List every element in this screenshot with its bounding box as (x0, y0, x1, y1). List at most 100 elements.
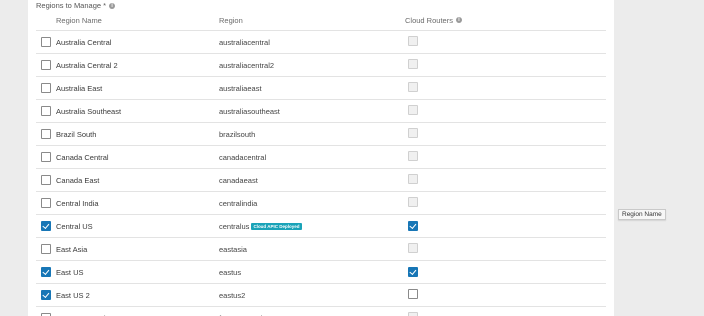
region-cell: eastus (219, 268, 402, 277)
region-name-text: Central India (56, 198, 99, 208)
regions-table: Region Name Region Cloud Routers i Austr… (36, 10, 606, 316)
region-cell: eastasia (219, 245, 402, 254)
region-select-checkbox[interactable] (41, 37, 51, 47)
region-cell: australiaeast (219, 84, 402, 93)
table-body: Australia Central australiacentral Austral… (36, 31, 606, 316)
region-name-text: Australia Southeast (56, 106, 122, 116)
cloud-router-cell (402, 151, 586, 163)
region-name-text: East Asia (56, 244, 88, 254)
cloud-router-cell (402, 59, 586, 71)
region-select-checkbox[interactable] (41, 106, 51, 116)
cloud-router-checkbox[interactable] (408, 289, 418, 299)
region-select-checkbox[interactable] (41, 198, 51, 208)
cloud-router-cell (402, 174, 586, 186)
info-icon[interactable]: i (455, 17, 462, 23)
table-row[interactable]: Australia Central 2 australiacentral2 (36, 54, 606, 77)
cloud-router-checkbox[interactable] (408, 267, 418, 277)
region-name-cell: Central India (36, 198, 219, 208)
region-select-checkbox[interactable] (41, 221, 51, 231)
cloud-router-cell (402, 36, 586, 48)
region-name-text: Australia Central 2 (56, 60, 118, 70)
region-name-text: Central US (56, 221, 93, 231)
table-row[interactable]: Australia East australiaeast (36, 77, 606, 100)
region-name-cell: East Asia (36, 244, 219, 254)
region-select-checkbox[interactable] (41, 60, 51, 70)
region-select-checkbox[interactable] (41, 267, 51, 277)
cloud-router-cell (402, 312, 586, 316)
cloud-router-checkbox (408, 82, 418, 92)
region-select-checkbox[interactable] (41, 244, 51, 254)
region-name-cell: Canada Central (36, 152, 219, 162)
region-name-text: Australia East (56, 83, 103, 93)
region-name-text: Australia Central (56, 37, 112, 47)
cloud-router-cell (402, 105, 586, 117)
region-cell: canadacentral (219, 153, 402, 162)
table-row[interactable]: Australia Southeast australiasoutheast (36, 100, 606, 123)
table-row[interactable]: Canada East canadaeast (36, 169, 606, 192)
region-name-cell: Canada East (36, 175, 219, 185)
cloud-router-cell (402, 221, 586, 231)
region-cell: centralus Cloud APIC Deployed (219, 222, 402, 231)
region-name-cell: Brazil South (36, 129, 219, 139)
table-row[interactable]: East Asia eastasia (36, 238, 606, 261)
region-name-cell: Australia East (36, 83, 219, 93)
region-id-text: centralus (219, 221, 250, 231)
region-id-text: canadaeast (219, 175, 258, 185)
region-name-text: East US (56, 267, 84, 277)
region-id-text: australiacentral (219, 37, 270, 47)
table-row[interactable]: Australia Central australiacentral (36, 31, 606, 54)
region-select-checkbox[interactable] (41, 290, 51, 300)
region-cell: eastus2 (219, 291, 402, 300)
cloud-router-checkbox (408, 36, 418, 46)
region-name-text: Canada East (56, 175, 100, 185)
region-name-text: Brazil South (56, 129, 97, 139)
cloud-router-checkbox (408, 59, 418, 69)
region-id-text: centralindia (219, 198, 258, 208)
region-select-checkbox[interactable] (41, 152, 51, 162)
tooltip: Region Name (618, 209, 666, 220)
region-name-text: East US 2 (56, 290, 90, 300)
region-id-text: canadacentral (219, 152, 267, 162)
region-name-cell: Australia Central (36, 37, 219, 47)
cloud-router-cell (402, 128, 586, 140)
region-cell: brazilsouth (219, 130, 402, 139)
cloud-router-cell (402, 289, 586, 301)
cloud-router-checkbox (408, 128, 418, 138)
cloud-router-cell (402, 267, 586, 277)
region-cell: canadaeast (219, 176, 402, 185)
region-id-text: eastasia (219, 244, 247, 254)
cloud-router-checkbox (408, 151, 418, 161)
cloud-router-cell (402, 197, 586, 209)
region-cell: australiasoutheast (219, 107, 402, 116)
table-row[interactable]: Central India centralindia (36, 192, 606, 215)
region-select-checkbox[interactable] (41, 83, 51, 93)
cloud-router-checkbox (408, 174, 418, 184)
region-cell: australiacentral (219, 38, 402, 47)
column-header-region-name[interactable]: Region Name (36, 16, 219, 25)
region-cell: australiacentral2 (219, 61, 402, 70)
table-row[interactable]: Central US centralus Cloud APIC Deployed (36, 215, 606, 238)
region-name-cell: Australia Central 2 (36, 60, 219, 70)
section-title-label: Regions to Manage * (36, 1, 107, 10)
region-name-cell: Australia Southeast (36, 106, 219, 116)
region-select-checkbox[interactable] (41, 129, 51, 139)
cloud-router-checkbox (408, 105, 418, 115)
info-icon[interactable]: i (109, 2, 116, 9)
table-row[interactable]: East US eastus (36, 261, 606, 284)
region-name-cell: East US 2 (36, 290, 219, 300)
cloud-router-checkbox[interactable] (408, 221, 418, 231)
cloud-router-checkbox (408, 243, 418, 253)
table-row[interactable]: Canada Central canadacentral (36, 146, 606, 169)
region-cell: centralindia (219, 199, 402, 208)
region-name-cell: Central US (36, 221, 219, 231)
column-header-region[interactable]: Region (219, 16, 402, 25)
table-row[interactable]: East US 2 eastus2 (36, 284, 606, 307)
regions-panel: Regions to Manage * i Region Name Region… (28, 0, 614, 316)
column-header-cloud-routers[interactable]: Cloud Routers i (402, 16, 586, 25)
region-select-checkbox[interactable] (41, 175, 51, 185)
table-row[interactable]: Brazil South brazilsouth (36, 123, 606, 146)
cloud-router-cell (402, 243, 586, 255)
cloud-apic-deployed-badge: Cloud APIC Deployed (251, 222, 302, 230)
table-row[interactable]: France Centralfrancecentral (36, 307, 606, 316)
cloud-router-checkbox (408, 197, 418, 207)
